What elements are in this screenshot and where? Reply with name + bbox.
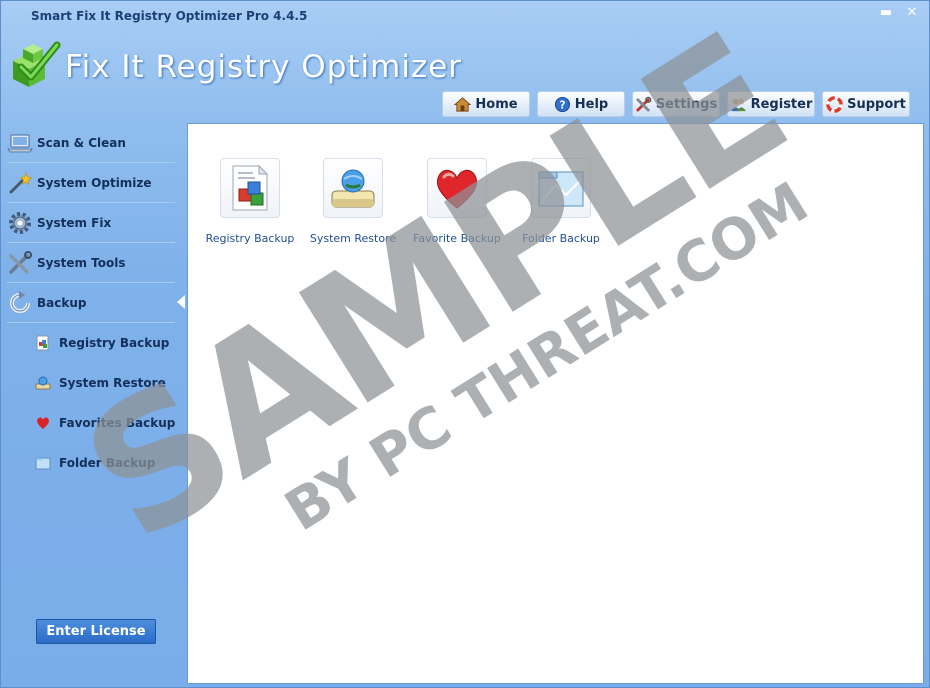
sidebar-item-system-optimize[interactable]: System Optimize (7, 163, 175, 203)
tools-icon (9, 250, 32, 274)
settings-button[interactable]: Settings (632, 91, 720, 117)
tile-icon-frame (531, 158, 591, 218)
svg-text:?: ? (559, 99, 565, 111)
register-icon (730, 98, 746, 111)
content-pane: Registry Backup System Restore Favorite … (187, 123, 924, 684)
sidebar-subitem-label: Favorites Backup (59, 416, 176, 430)
active-section-pointer (177, 295, 185, 309)
tile-label: Favorite Backup (413, 232, 501, 245)
sidebar-item-label: Backup (37, 295, 87, 310)
restore-icon (35, 376, 51, 390)
gear-icon (9, 211, 31, 234)
tile-icon-frame (220, 158, 280, 218)
app-title: Fix It Registry Optimizer (65, 49, 463, 85)
app-logo-icon (13, 41, 61, 87)
register-button-label: Register (750, 96, 813, 112)
backup-icon (10, 290, 30, 313)
sidebar-subitem-favorites-backup[interactable]: Favorites Backup (35, 403, 175, 443)
heart-icon (436, 169, 478, 209)
register-button[interactable]: Register (727, 91, 815, 117)
magic-wand-icon (9, 171, 33, 193)
close-button[interactable]: ✕ (903, 5, 921, 21)
sidebar-item-label: Scan & Clean (37, 135, 126, 150)
minimize-button[interactable]: ▬ (877, 5, 895, 21)
sidebar-subitem-label: System Restore (59, 376, 166, 390)
app-window: Smart Fix It Registry Optimizer Pro 4.4.… (0, 0, 930, 688)
heart-icon (37, 417, 49, 429)
tile-registry-backup[interactable]: Registry Backup (200, 158, 300, 245)
help-button-label: Help (574, 96, 609, 112)
sidebar-item-system-tools[interactable]: System Tools (7, 243, 175, 283)
sidebar-item-label: System Fix (37, 215, 112, 230)
sidebar-subitem-system-restore[interactable]: System Restore (35, 363, 166, 403)
support-button-label: Support (847, 96, 906, 112)
folder-icon (538, 171, 584, 207)
sidebar-item-backup[interactable]: Backup (7, 283, 175, 323)
sidebar-subitem-label: Registry Backup (59, 336, 170, 350)
laptop-icon (7, 134, 33, 152)
support-icon (826, 95, 843, 113)
registry-icon (232, 164, 269, 211)
tile-icon-frame (427, 158, 487, 218)
sidebar-subitem-folder-backup[interactable]: Folder Backup (35, 443, 155, 483)
registry-icon (36, 335, 49, 351)
settings-icon (636, 96, 652, 112)
sidebar-item-system-fix[interactable]: System Fix (7, 203, 175, 243)
tile-icon-frame (323, 158, 383, 218)
window-title: Smart Fix It Registry Optimizer Pro 4.4.… (31, 9, 308, 23)
sidebar-item-label: System Tools (37, 255, 126, 270)
restore-icon (331, 169, 375, 208)
home-button-label: Home (475, 96, 518, 112)
tile-label: Registry Backup (205, 232, 295, 245)
sidebar-subitem-label: Folder Backup (59, 456, 156, 470)
sidebar-item-scan-clean[interactable]: Scan & Clean (7, 123, 175, 163)
enter-license-button[interactable]: Enter License (36, 619, 156, 644)
tile-label: System Restore (309, 232, 397, 245)
support-button[interactable]: Support (822, 91, 910, 117)
settings-button-label: Settings (655, 96, 718, 112)
sidebar-subitem-registry-backup[interactable]: Registry Backup (35, 323, 169, 363)
sidebar-item-label: System Optimize (37, 175, 152, 190)
help-icon: ? (554, 96, 570, 112)
sidebar: Scan & Clean System Optimize System Fix (1, 123, 185, 687)
tile-folder-backup[interactable]: Folder Backup (511, 158, 611, 245)
help-button[interactable]: ? Help (537, 91, 625, 117)
tile-label: Folder Backup (522, 232, 600, 245)
folder-icon (35, 457, 51, 470)
home-icon (454, 96, 472, 112)
tile-system-restore[interactable]: System Restore (303, 158, 403, 245)
home-button[interactable]: Home (442, 91, 530, 117)
tile-favorite-backup[interactable]: Favorite Backup (407, 158, 507, 245)
